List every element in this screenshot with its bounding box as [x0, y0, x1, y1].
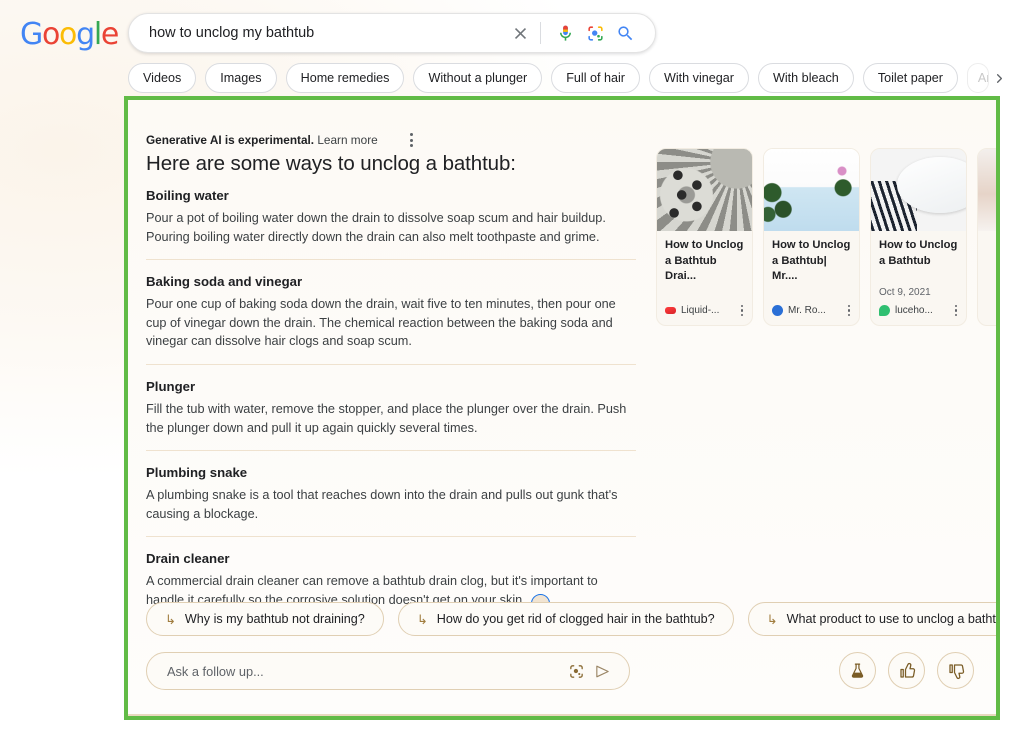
ai-disclaimer: Generative AI is experimental. Learn mor…: [146, 129, 419, 151]
source-card-title: [978, 231, 996, 325]
search-divider: [540, 22, 541, 44]
corner-arrow-icon: ↳: [416, 611, 428, 627]
google-logo[interactable]: Google: [20, 17, 119, 52]
source-card-date: Oct 9, 2021: [879, 286, 931, 298]
freestanding-bathtub-photo: [871, 149, 966, 231]
thumbs-up-button[interactable]: [888, 652, 925, 689]
search-input[interactable]: [129, 15, 506, 51]
filter-chip-with-vinegar[interactable]: With vinegar: [649, 63, 749, 93]
section-heading: Plumbing snake: [146, 465, 248, 481]
send-icon[interactable]: [589, 658, 615, 684]
source-card-1[interactable]: How to Unclog a Bathtub Drai... Liquid-.…: [656, 148, 753, 326]
section-heading: Drain cleaner: [146, 551, 230, 567]
source-card-2[interactable]: How to Unclog a Bathtub| Mr.... Mr. Ro..…: [763, 148, 860, 326]
followup-suggestion-chips: ↳ Why is my bathtub not draining? ↳ How …: [146, 602, 996, 636]
generative-ai-highlight-frame: Generative AI is experimental. Learn mor…: [124, 96, 1000, 720]
filter-chip-with-bleach[interactable]: With bleach: [758, 63, 854, 93]
followup-chip-label: How do you get rid of clogged hair in th…: [436, 612, 715, 626]
generative-ai-card: Generative AI is experimental. Learn mor…: [128, 100, 996, 716]
corner-arrow-icon: ↳: [165, 611, 176, 627]
filter-chip-full-of-hair[interactable]: Full of hair: [551, 63, 640, 93]
source-card-4-partial[interactable]: [977, 148, 996, 326]
source-card-title: How to Unclog a Bathtub| Mr....: [772, 239, 851, 282]
section-body: Pour one cup of baking soda down the dra…: [146, 297, 616, 349]
followup-chip-label: Why is my bathtub not draining?: [184, 612, 365, 626]
section-heading: Baking soda and vinegar: [146, 274, 303, 290]
filter-chip-images[interactable]: Images: [205, 63, 277, 93]
chevron-right-icon[interactable]: [992, 65, 1007, 91]
kebab-menu-icon[interactable]: [404, 129, 419, 151]
google-lens-icon[interactable]: [581, 19, 609, 47]
followup-input-box[interactable]: [146, 652, 630, 690]
ai-action-buttons: [839, 652, 974, 689]
google-search-page: Google how to unclog my bathtub Videos I…: [0, 0, 1024, 731]
thumbs-down-button[interactable]: [937, 652, 974, 689]
filter-chip-toilet-paper[interactable]: Toilet paper: [862, 63, 958, 93]
logo-letter-o1: o: [41, 17, 60, 52]
filter-chip-videos[interactable]: Videos: [128, 63, 197, 93]
section-body: Pour a pot of boiling water down the dra…: [146, 211, 606, 244]
partial-card-photo: [978, 149, 996, 231]
ai-section-plumbing-snake: Plumbing snake A plumbing snake is a too…: [146, 450, 636, 523]
mr-rooter-favicon: [772, 304, 783, 316]
source-card-footer: luceho...: [871, 298, 966, 326]
source-card-3[interactable]: How to Unclog a Bathtub Oct 9, 2021 luce…: [870, 148, 967, 326]
corner-arrow-icon: ↳: [766, 611, 778, 627]
logo-letter-g: g: [76, 17, 95, 52]
logo-letter-G: G: [20, 17, 43, 52]
filter-chip-without-a-plunger[interactable]: Without a plunger: [413, 63, 543, 93]
bathtub-with-plant-photo: [764, 149, 859, 231]
followup-chip-3[interactable]: ↳ What product to use to unclog a bathtu…: [747, 602, 996, 636]
ai-disclaimer-bold: Generative AI is experimental.: [146, 133, 315, 147]
all-filters-button[interactable]: All filters: [1016, 71, 1024, 85]
followup-input[interactable]: [165, 654, 563, 688]
search-header: Google how to unclog my bathtub Videos I…: [0, 0, 1024, 96]
source-card-source: Liquid-...: [681, 304, 720, 316]
filter-chip-partial[interactable]: Am: [966, 63, 989, 93]
section-body: A plumbing snake is a tool that reaches …: [146, 488, 618, 521]
source-card-footer: Mr. Ro...: [764, 298, 859, 326]
labs-flask-button[interactable]: [839, 652, 876, 689]
section-heading: Plunger: [146, 378, 196, 394]
ai-section-boiling-water: Boiling water Pour a pot of boiling wate…: [146, 188, 636, 246]
source-card-source: Mr. Ro...: [788, 304, 826, 316]
filter-chips-row: Videos Images Home remedies Without a pl…: [128, 63, 1008, 93]
search-box[interactable]: [128, 13, 656, 53]
microphone-icon[interactable]: [551, 19, 579, 47]
followup-chip-1[interactable]: ↳ Why is my bathtub not draining?: [146, 602, 384, 636]
close-icon[interactable]: [506, 19, 534, 47]
google-lens-icon[interactable]: [563, 658, 589, 684]
section-body: Fill the tub with water, remove the stop…: [146, 401, 627, 435]
lucehome-favicon: [879, 304, 890, 316]
source-card-footer: Liquid-...: [657, 298, 752, 326]
ai-answer-sections: Boiling water Pour a pot of boiling wate…: [146, 188, 636, 614]
source-card-source: luceho...: [895, 304, 933, 316]
logo-letter-l: l: [93, 17, 102, 52]
filter-chip-home-remedies[interactable]: Home remedies: [285, 63, 405, 93]
source-card-title: How to Unclog a Bathtub Drai...: [665, 239, 744, 282]
followup-chip-label: What product to use to unclog a bathtub …: [786, 612, 996, 626]
logo-letter-e: e: [100, 17, 119, 52]
kebab-menu-icon[interactable]: [845, 303, 854, 319]
source-cards-carousel: How to Unclog a Bathtub Drai... Liquid-.…: [656, 148, 996, 333]
ai-section-baking-soda-and-vinegar: Baking soda and vinegar Pour one cup of …: [146, 259, 636, 351]
liquid-plumr-favicon: [665, 306, 676, 314]
kebab-menu-icon[interactable]: [952, 303, 961, 319]
source-card-title: How to Unclog a Bathtub: [879, 239, 958, 267]
search-icon[interactable]: [611, 19, 639, 47]
followup-chip-2[interactable]: ↳ How do you get rid of clogged hair in …: [397, 602, 734, 636]
ai-disclaimer-text: Generative AI is experimental. Learn mor…: [146, 133, 378, 147]
section-heading: Boiling water: [146, 188, 229, 203]
filters-right-group: All filters Tools: [1016, 68, 1024, 88]
bathtub-drain-photo: [657, 149, 752, 231]
learn-more-link[interactable]: Learn more: [317, 133, 377, 147]
kebab-menu-icon[interactable]: [738, 303, 747, 319]
page-title: Here are some ways to unclog a bathtub:: [146, 152, 516, 175]
ai-section-plunger: Plunger Fill the tub with water, remove …: [146, 363, 636, 437]
search-box-icons: [506, 19, 655, 47]
logo-letter-o2: o: [59, 17, 77, 52]
